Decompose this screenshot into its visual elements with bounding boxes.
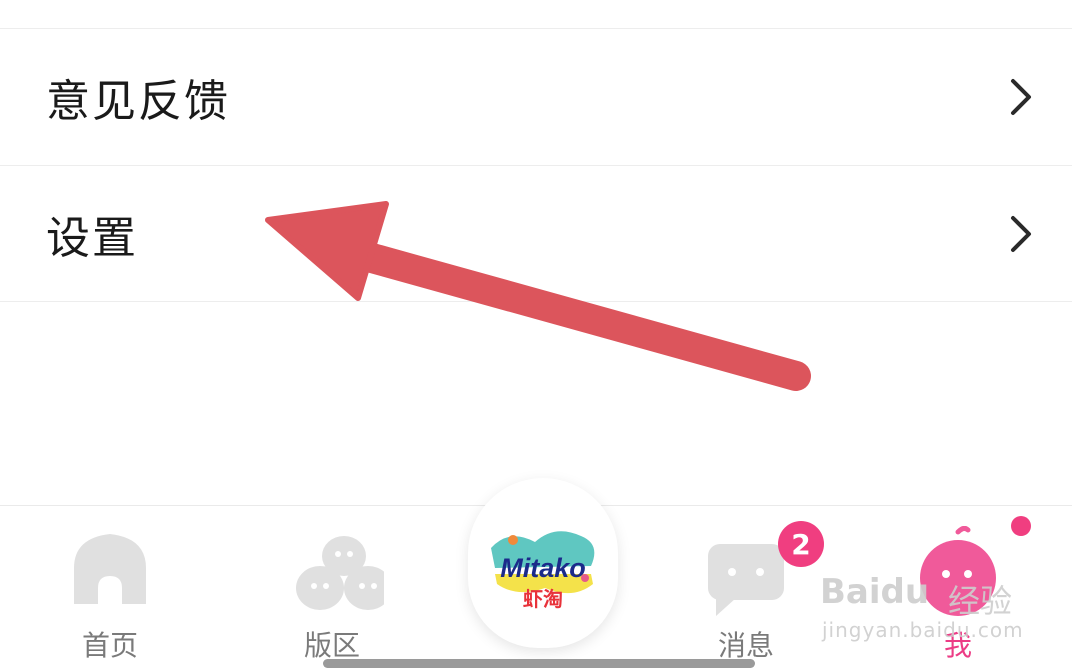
menu-divider [0,301,1072,302]
logo-subtext: 虾淘 [523,587,563,611]
mitako-logo-icon: Mitako 虾淘 [483,514,603,634]
message-icon [708,544,784,616]
home-icon [74,534,146,604]
chevron-right-icon [1011,216,1031,252]
tab-label: 消息 [717,629,774,662]
center-logo-button[interactable]: Mitako 虾淘 [468,478,618,648]
tab-label: 首页 [81,629,138,662]
menu-item-label: 设置 [46,213,138,264]
logo-text: Mitako [500,553,586,583]
watermark-url: jingyan.baidu.com [822,618,1024,642]
tab-home[interactable]: 首页 [40,506,180,669]
notification-dot [1011,516,1031,536]
menu-item-feedback[interactable]: 意见反馈 [0,29,1072,165]
menu-item-settings[interactable]: 设置 [0,166,1072,302]
chevron-right-icon [1011,79,1031,115]
menu-item-label: 意见反馈 [46,76,230,127]
tab-label: 版区 [303,629,360,662]
watermark-brand: Baidu [820,572,930,612]
watermark-cn: 经验 [948,582,1013,620]
board-icon [296,536,384,610]
message-badge: 2 [778,521,824,567]
home-indicator[interactable] [323,659,755,668]
baidu-watermark: Baidu 经验 jingyan.baidu.com [820,572,1023,648]
tab-board[interactable]: 版区 [262,506,402,669]
